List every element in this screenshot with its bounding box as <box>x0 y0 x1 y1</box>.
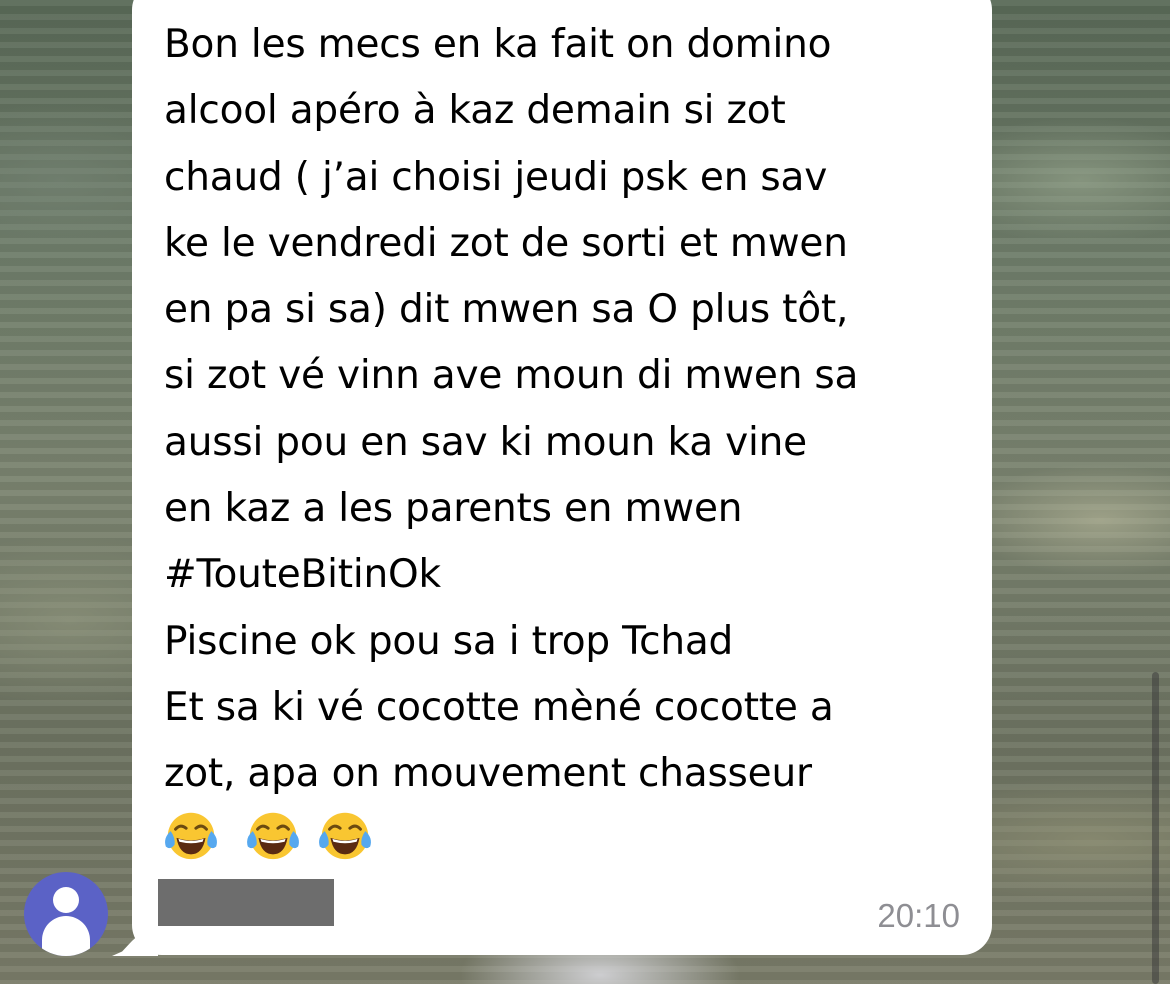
message-timestamp: 20:10 <box>877 897 960 934</box>
face-with-tears-of-joy-icon <box>319 812 371 860</box>
emoji-row <box>162 806 402 866</box>
avatar-person-icon-body <box>42 916 90 956</box>
face-with-tears-of-joy-icon <box>165 812 217 860</box>
message-row: Bon les mecs en ka fait on domino alcool … <box>0 0 1170 984</box>
sender-avatar[interactable] <box>24 872 108 956</box>
message-line: Piscine ok pou sa i trop Tchad <box>164 618 734 664</box>
message-line: aussi pou en sav ki moun ka vine <box>164 419 807 465</box>
message-line: si zot vé vinn ave moun di mwen sa <box>164 353 859 399</box>
message-line: #TouteBitinOk <box>164 552 441 598</box>
scroll-indicator[interactable] <box>1152 672 1159 984</box>
message-line: ke le vendredi zot de sorti et mwen <box>164 220 848 266</box>
message-line: zot, apa on mouvement chasseur <box>164 751 812 797</box>
message-line: en pa si sa) dit mwen sa O plus tôt, <box>164 287 849 333</box>
message-line: chaud ( j’ai choisi jeudi psk en sav <box>164 154 828 200</box>
redacted-sender-name <box>158 879 334 926</box>
message-line: Bon les mecs en ka fait on domino <box>164 22 832 67</box>
message-text: Bon les mecs en ka fait on domino alcool … <box>164 12 974 808</box>
avatar-person-icon-head <box>53 887 79 913</box>
message-line: en kaz a les parents en mwen <box>164 486 743 532</box>
face-with-tears-of-joy-icon <box>247 812 299 860</box>
message-line: Et sa ki vé cocotte mèné cocotte a <box>164 684 834 730</box>
message-line: alcool apéro à kaz demain si zot <box>164 88 786 134</box>
